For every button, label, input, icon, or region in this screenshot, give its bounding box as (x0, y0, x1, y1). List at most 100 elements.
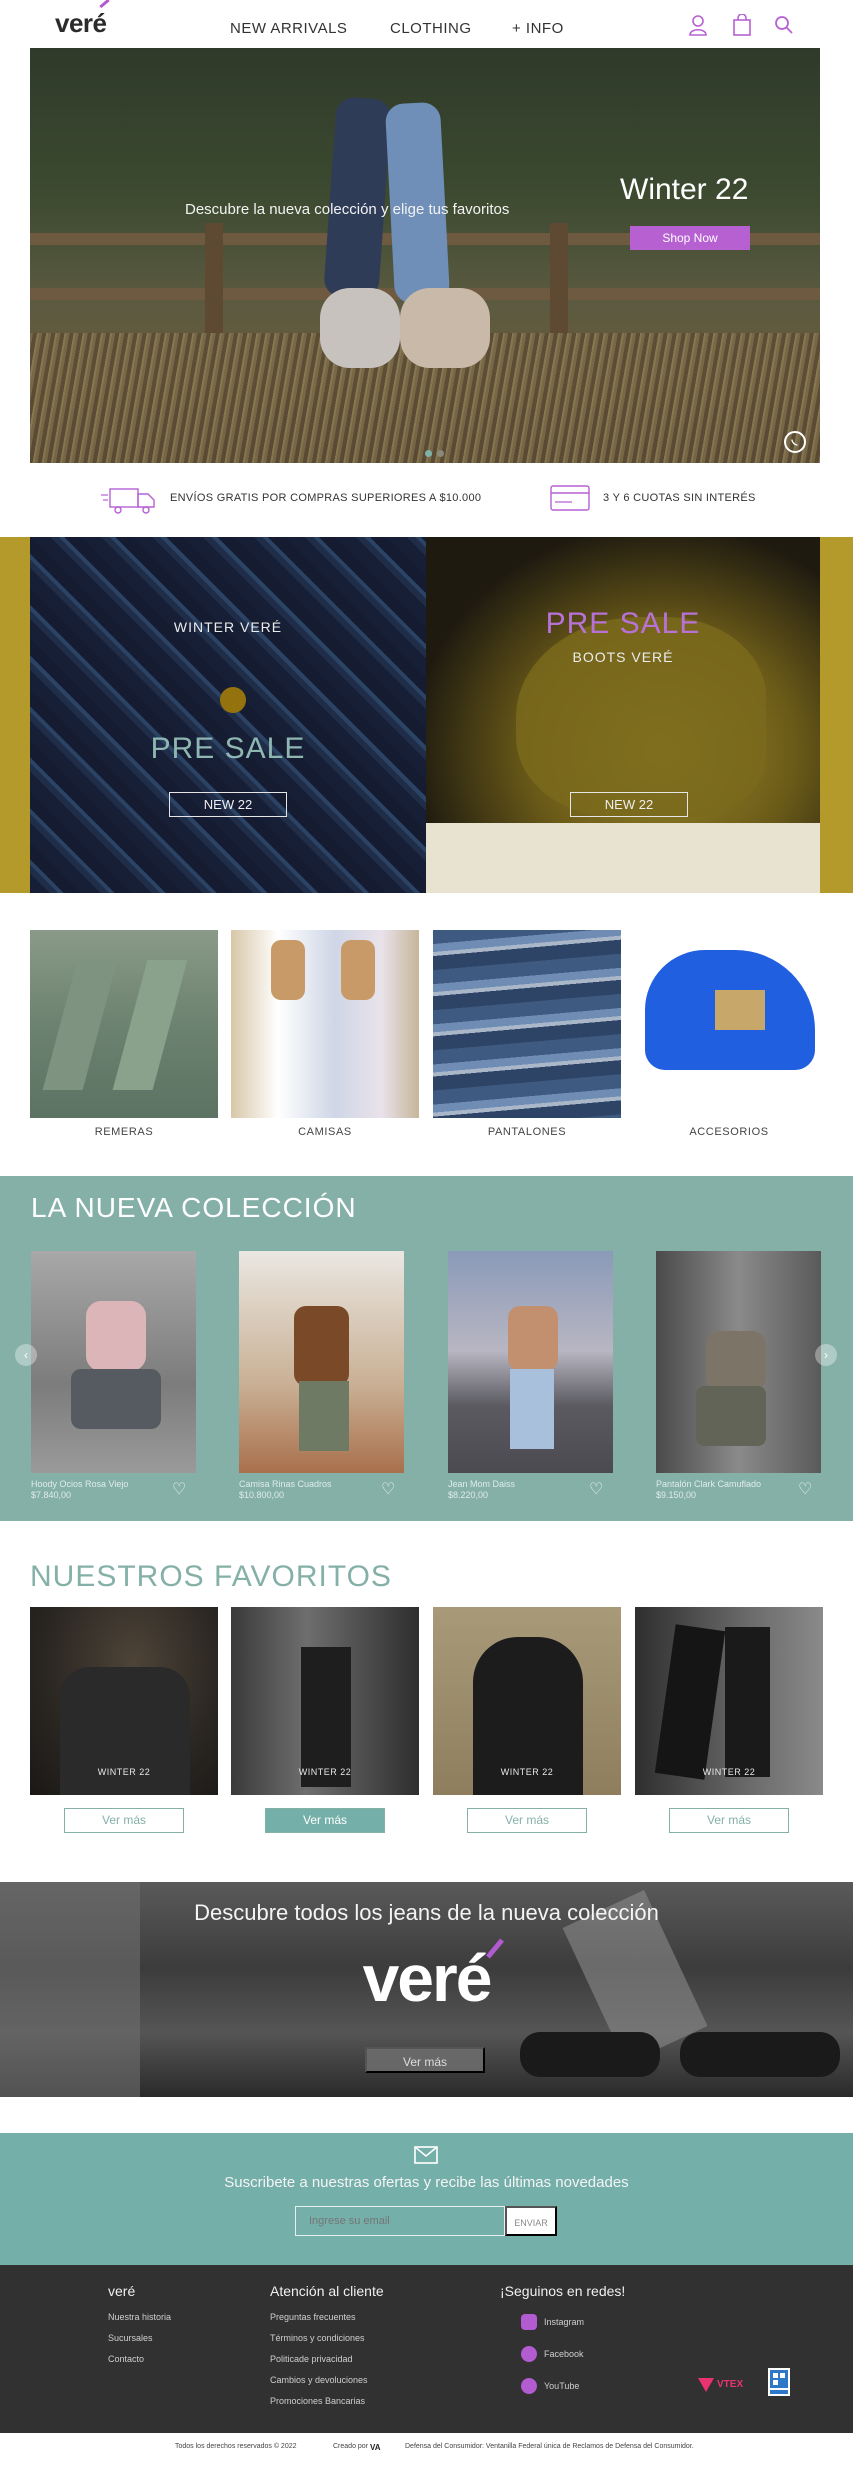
ver-mas-button[interactable]: Ver más (467, 1808, 587, 1833)
installments-text: 3 Y 6 CUOTAS SIN INTERÉS (603, 492, 756, 504)
carousel-dot-active[interactable] (425, 450, 432, 457)
footer-link[interactable]: Contacto (108, 2354, 144, 2364)
footer-social-link[interactable]: YouTube (544, 2381, 579, 2391)
ver-mas-button[interactable]: Ver más (669, 1808, 789, 1833)
footer-social-title: ¡Seguinos en redes! (500, 2283, 626, 2299)
hero-fence-post (550, 223, 568, 333)
product-card[interactable] (448, 1251, 613, 1473)
product-name[interactable]: Hoody Ocios Rosa Viejo (31, 1479, 128, 1489)
category-label[interactable]: CAMISAS (231, 1126, 419, 1138)
favorite-card[interactable]: WINTER 22 (231, 1607, 419, 1795)
email-input[interactable] (295, 2206, 505, 2236)
nav-clothing[interactable]: CLOTHING (390, 20, 472, 37)
hero-figure (320, 288, 400, 368)
product-image (508, 1306, 558, 1371)
logo-accent (99, 0, 110, 9)
data-fiscal-qr-icon[interactable] (768, 2368, 790, 2396)
new22-button[interactable]: NEW 22 (169, 792, 287, 817)
consumer-defense-link[interactable]: Defensa del Consumidor: Ventanilla Feder… (405, 2443, 694, 2450)
footer-social-link[interactable]: Instagram (544, 2317, 584, 2327)
chevron-right-icon[interactable]: › (815, 1344, 837, 1366)
sneaker-shape (680, 2032, 840, 2077)
ver-mas-button[interactable]: Ver más (265, 1808, 385, 1833)
sole-shape (426, 823, 820, 893)
category-image (715, 990, 765, 1030)
boot-shape (516, 617, 766, 817)
jeans-banner-logo: veré (362, 1941, 493, 2015)
category-remeras[interactable] (30, 930, 218, 1118)
collection-title: LA NUEVA COLECCIÓN (31, 1192, 357, 1223)
nav-new-arrivals[interactable]: NEW ARRIVALS (230, 20, 347, 37)
shop-now-button[interactable]: Shop Now (630, 226, 750, 250)
favorites-title: NUESTROS FAVORITOS (30, 1560, 392, 1593)
category-pantalones[interactable] (433, 930, 621, 1118)
product-price: $7.840,00 (31, 1490, 72, 1500)
category-image (42, 960, 118, 1090)
favorite-image (654, 1624, 726, 1780)
product-name[interactable]: Pantalón Clark Camuflado (656, 1479, 761, 1489)
product-card[interactable] (239, 1251, 404, 1473)
presale-small-text: BOOTS VERÉ (572, 649, 674, 665)
presale-section: WINTER VERÉ PRE SALE NEW 22 PRE SALE BOO… (0, 537, 853, 893)
new22-button[interactable]: NEW 22 (570, 792, 688, 817)
product-name[interactable]: Camisa Rinas Cuadros (239, 1479, 332, 1489)
carousel-dot[interactable] (437, 450, 444, 457)
product-image (510, 1369, 554, 1449)
envelope-icon (414, 2146, 438, 2164)
ver-mas-button[interactable]: Ver más (64, 1808, 184, 1833)
category-label[interactable]: REMERAS (30, 1126, 218, 1138)
presale-card-winter[interactable]: WINTER VERÉ PRE SALE NEW 22 (30, 537, 426, 893)
sneaker-shape (520, 2032, 660, 2077)
heart-icon[interactable]: ♡ (798, 1479, 812, 1499)
footer-brand: veré (108, 2283, 136, 2299)
facebook-icon[interactable] (521, 2346, 537, 2362)
heart-icon[interactable]: ♡ (381, 1479, 395, 1499)
subscribe-button[interactable]: ENVIAR (505, 2206, 557, 2236)
footer-link[interactable]: Cambios y devoluciones (270, 2375, 368, 2385)
product-card[interactable] (656, 1251, 821, 1473)
product-card[interactable] (31, 1251, 196, 1473)
footer-social-link[interactable]: Facebook (544, 2349, 584, 2359)
footer-link[interactable]: Promociones Bancarias (270, 2396, 365, 2406)
whatsapp-icon[interactable] (784, 431, 806, 453)
category-label[interactable]: ACCESORIOS (635, 1126, 823, 1138)
bag-icon[interactable] (732, 14, 752, 36)
favorite-image (725, 1627, 770, 1777)
created-by-text: Creado por (333, 2443, 369, 2450)
search-icon[interactable] (774, 14, 794, 36)
footer-link[interactable]: Nuestra historia (108, 2312, 171, 2322)
logo[interactable]: veré (55, 0, 110, 39)
presale-card-boots[interactable]: PRE SALE BOOTS VERÉ NEW 22 (426, 537, 820, 893)
truck-icon (101, 488, 155, 514)
credit-card-icon (550, 485, 590, 511)
category-image (112, 960, 188, 1090)
category-label[interactable]: PANTALONES (433, 1126, 621, 1138)
presale-big-text: PRE SALE (150, 732, 306, 765)
hero-banner: Descubre la nueva colección y elige tus … (30, 48, 820, 463)
favorite-tag: WINTER 22 (702, 1767, 756, 1777)
favorite-card[interactable]: WINTER 22 (30, 1607, 218, 1795)
favorite-card[interactable]: WINTER 22 (433, 1607, 621, 1795)
heart-icon[interactable]: ♡ (589, 1479, 603, 1499)
page: veré NEW ARRIVALS CLOTHING + INFO Descub… (0, 0, 853, 2466)
product-image (71, 1369, 161, 1429)
footer-link[interactable]: Sucursales (108, 2333, 153, 2343)
hero-tagline: Descubre la nueva colección y elige tus … (185, 201, 510, 218)
footer-link[interactable]: Preguntas frecuentes (270, 2312, 356, 2322)
ver-mas-jeans-button[interactable]: Ver más (365, 2047, 485, 2073)
hero-figure (323, 96, 392, 300)
instagram-icon[interactable] (521, 2314, 537, 2330)
favorite-card[interactable]: WINTER 22 (635, 1607, 823, 1795)
youtube-icon[interactable] (521, 2378, 537, 2394)
hero-title: Winter 22 (620, 173, 749, 206)
category-camisas[interactable] (231, 930, 419, 1118)
nav-info[interactable]: + INFO (512, 20, 564, 37)
chevron-left-icon[interactable]: ‹ (15, 1344, 37, 1366)
footer-link[interactable]: Politicade privacidad (270, 2354, 353, 2364)
heart-icon[interactable]: ♡ (172, 1479, 186, 1499)
product-name[interactable]: Jean Mom Daiss (448, 1479, 515, 1489)
user-icon[interactable] (688, 14, 708, 36)
category-accesorios[interactable] (635, 930, 823, 1118)
footer-link[interactable]: Términos y condiciones (270, 2333, 365, 2343)
logo-text: veré (55, 8, 107, 38)
